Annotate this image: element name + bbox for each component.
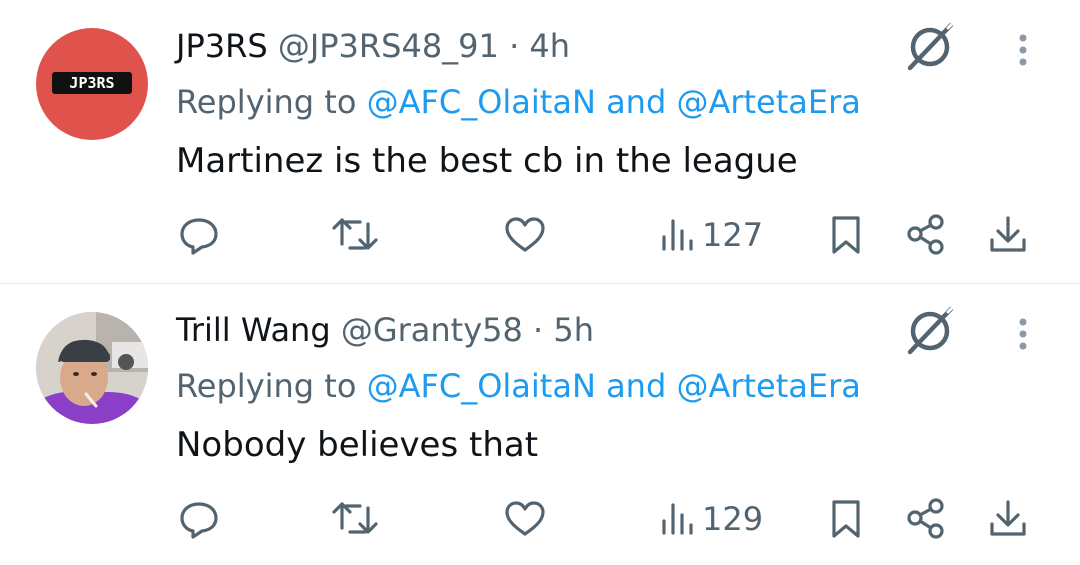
share-icon [907,498,944,539]
separator-dot: · [533,311,544,349]
like-icon [505,217,545,252]
timestamp[interactable]: 5h [553,311,594,349]
mention-and[interactable]: and [606,367,666,405]
more-vertical-icon[interactable] [1008,314,1038,354]
reply-button[interactable] [176,205,222,265]
avatar-logo-text: JP3RS [52,72,132,94]
mention-and[interactable]: and [606,83,666,121]
separator-dot: · [509,27,520,65]
share-button[interactable] [904,489,948,549]
retweet-button[interactable] [330,205,380,265]
mention-link[interactable]: @AFC_OlaitaN [367,83,596,121]
avatar-photo [36,312,148,424]
replying-to-label: Replying to [176,367,357,405]
avatar[interactable] [36,312,148,424]
retweet-button[interactable] [330,489,380,549]
tweet-text: Martinez is the best cb in the league [176,141,798,181]
share-icon [907,214,944,255]
user-handle[interactable]: @JP3RS48_91 [278,27,499,65]
mention-link[interactable]: @ArtetaEra [676,83,860,121]
grok-icon[interactable] [904,304,956,356]
views-icon [662,503,693,535]
reply-button[interactable] [176,489,222,549]
tweet[interactable]: JP3RS JP3RS @JP3RS48_91 · 4h Replying to… [0,0,1080,283]
tweet[interactable]: Trill Wang @Granty58 · 5h Replying to @A… [0,284,1080,565]
bookmark-button[interactable] [826,489,866,549]
avatar[interactable]: JP3RS [36,28,148,140]
retweet-icon [332,218,378,250]
bookmark-icon [832,500,860,538]
download-icon [990,500,1026,536]
reply-icon [180,502,218,539]
more-vertical-icon[interactable] [1008,30,1038,70]
mention-link[interactable]: @ArtetaEra [676,367,860,405]
views-count: 129 [702,500,764,538]
user-handle[interactable]: @Granty58 [341,311,523,349]
bookmark-icon [832,216,860,254]
display-name[interactable]: JP3RS [176,27,268,65]
views-count: 127 [702,216,764,254]
tweet-header: JP3RS @JP3RS48_91 · 4h [176,26,570,66]
bookmark-button[interactable] [826,205,866,265]
download-button[interactable] [986,205,1030,265]
action-bar: 127 [0,205,1080,265]
action-bar: 129 [0,489,1080,549]
retweet-icon [332,502,378,534]
share-button[interactable] [904,205,948,265]
replying-to-line: Replying to @AFC_OlaitaN and @ArtetaEra [176,82,861,122]
tweet-text: Nobody believes that [176,425,539,465]
grok-icon[interactable] [904,20,956,72]
like-icon [505,501,545,536]
views-button[interactable]: 129 [660,489,763,549]
download-button[interactable] [986,489,1030,549]
views-icon [662,219,693,251]
like-button[interactable] [502,489,548,549]
timestamp[interactable]: 4h [529,27,570,65]
replying-to-label: Replying to [176,83,357,121]
tweet-header: Trill Wang @Granty58 · 5h [176,310,594,350]
display-name[interactable]: Trill Wang [176,311,331,349]
views-button[interactable]: 127 [660,205,763,265]
like-button[interactable] [502,205,548,265]
mention-link[interactable]: @AFC_OlaitaN [367,367,596,405]
replying-to-line: Replying to @AFC_OlaitaN and @ArtetaEra [176,366,861,406]
reply-icon [180,218,218,255]
download-icon [990,216,1026,252]
